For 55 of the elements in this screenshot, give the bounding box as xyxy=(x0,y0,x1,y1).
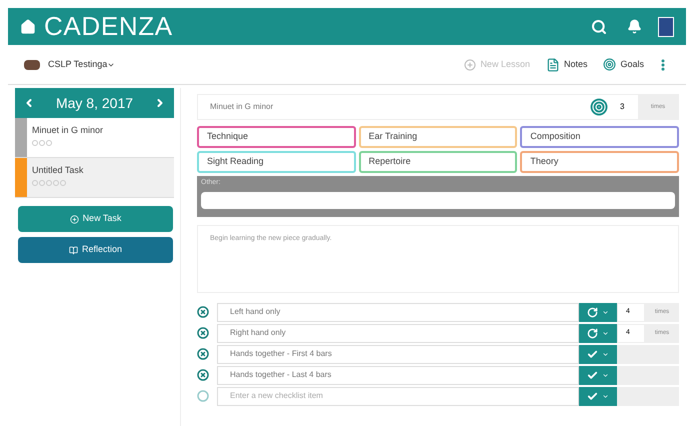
mode-dropdown[interactable] xyxy=(579,324,617,342)
caret-icon xyxy=(602,392,609,400)
caret-icon xyxy=(602,330,609,336)
category-button[interactable]: Ear Training xyxy=(358,126,518,148)
search-icon[interactable] xyxy=(591,18,607,34)
notes-icon xyxy=(546,58,560,72)
category-button[interactable]: Technique xyxy=(197,126,356,148)
category-button[interactable]: Sight Reading xyxy=(197,151,356,173)
plus-icon xyxy=(70,214,79,224)
check-icon xyxy=(587,348,598,360)
category-button[interactable]: Composition xyxy=(520,126,679,148)
task-title: Minuet in G minor xyxy=(32,124,104,137)
task-title-field[interactable]: Minuet in G minor xyxy=(198,101,590,113)
task-title: Untitled Task xyxy=(32,164,84,177)
book-icon xyxy=(68,246,78,254)
task-item[interactable]: Minuet in G minor xyxy=(15,118,174,158)
notes-button[interactable]: Notes xyxy=(546,58,588,72)
app-logo[interactable]: CADENZA xyxy=(44,7,173,46)
check-icon xyxy=(587,370,598,380)
remove-icon[interactable] xyxy=(197,369,209,381)
plus-icon xyxy=(464,58,476,70)
circle-icon xyxy=(197,390,209,402)
target-icon[interactable] xyxy=(590,98,608,116)
caret-icon xyxy=(602,308,609,316)
checklist-input[interactable]: Enter a new checklist item xyxy=(217,386,579,406)
check-icon xyxy=(587,390,598,402)
mode-dropdown[interactable] xyxy=(579,302,617,322)
repeat-icon xyxy=(587,328,598,338)
student-dropdown[interactable]: CSLP Testinga xyxy=(48,58,116,72)
goals-icon xyxy=(603,58,616,71)
new-task-button[interactable]: New Task xyxy=(18,206,173,232)
checklist-item[interactable]: Hands together - Last 4 bars xyxy=(217,366,579,384)
repeat-icon xyxy=(587,306,598,318)
checklist-item[interactable]: Right hand only xyxy=(217,324,579,342)
mode-dropdown[interactable] xyxy=(579,344,617,364)
bell-icon[interactable] xyxy=(627,19,642,34)
repeat-count[interactable]: 3 xyxy=(608,101,638,113)
caret-icon xyxy=(602,372,609,378)
caret-icon xyxy=(602,350,609,358)
avatar[interactable] xyxy=(658,16,674,36)
date-label: May 8, 2017 xyxy=(56,94,134,113)
mode-dropdown[interactable] xyxy=(579,386,617,406)
other-input[interactable] xyxy=(201,192,675,209)
mode-dropdown[interactable] xyxy=(579,366,617,384)
checklist-item[interactable]: Left hand only xyxy=(217,302,579,322)
remove-icon[interactable] xyxy=(197,327,209,339)
remove-icon[interactable] xyxy=(197,306,209,318)
home-icon[interactable] xyxy=(20,18,36,34)
reflection-button[interactable]: Reflection xyxy=(18,237,173,263)
category-button[interactable]: Theory xyxy=(520,151,679,173)
category-button[interactable]: Repertoire xyxy=(358,151,518,173)
task-item[interactable]: Untitled Task xyxy=(15,158,174,198)
remove-icon[interactable] xyxy=(197,348,209,360)
goals-button[interactable]: Goals xyxy=(603,58,644,72)
checklist-item[interactable]: Hands together - First 4 bars xyxy=(217,344,579,364)
